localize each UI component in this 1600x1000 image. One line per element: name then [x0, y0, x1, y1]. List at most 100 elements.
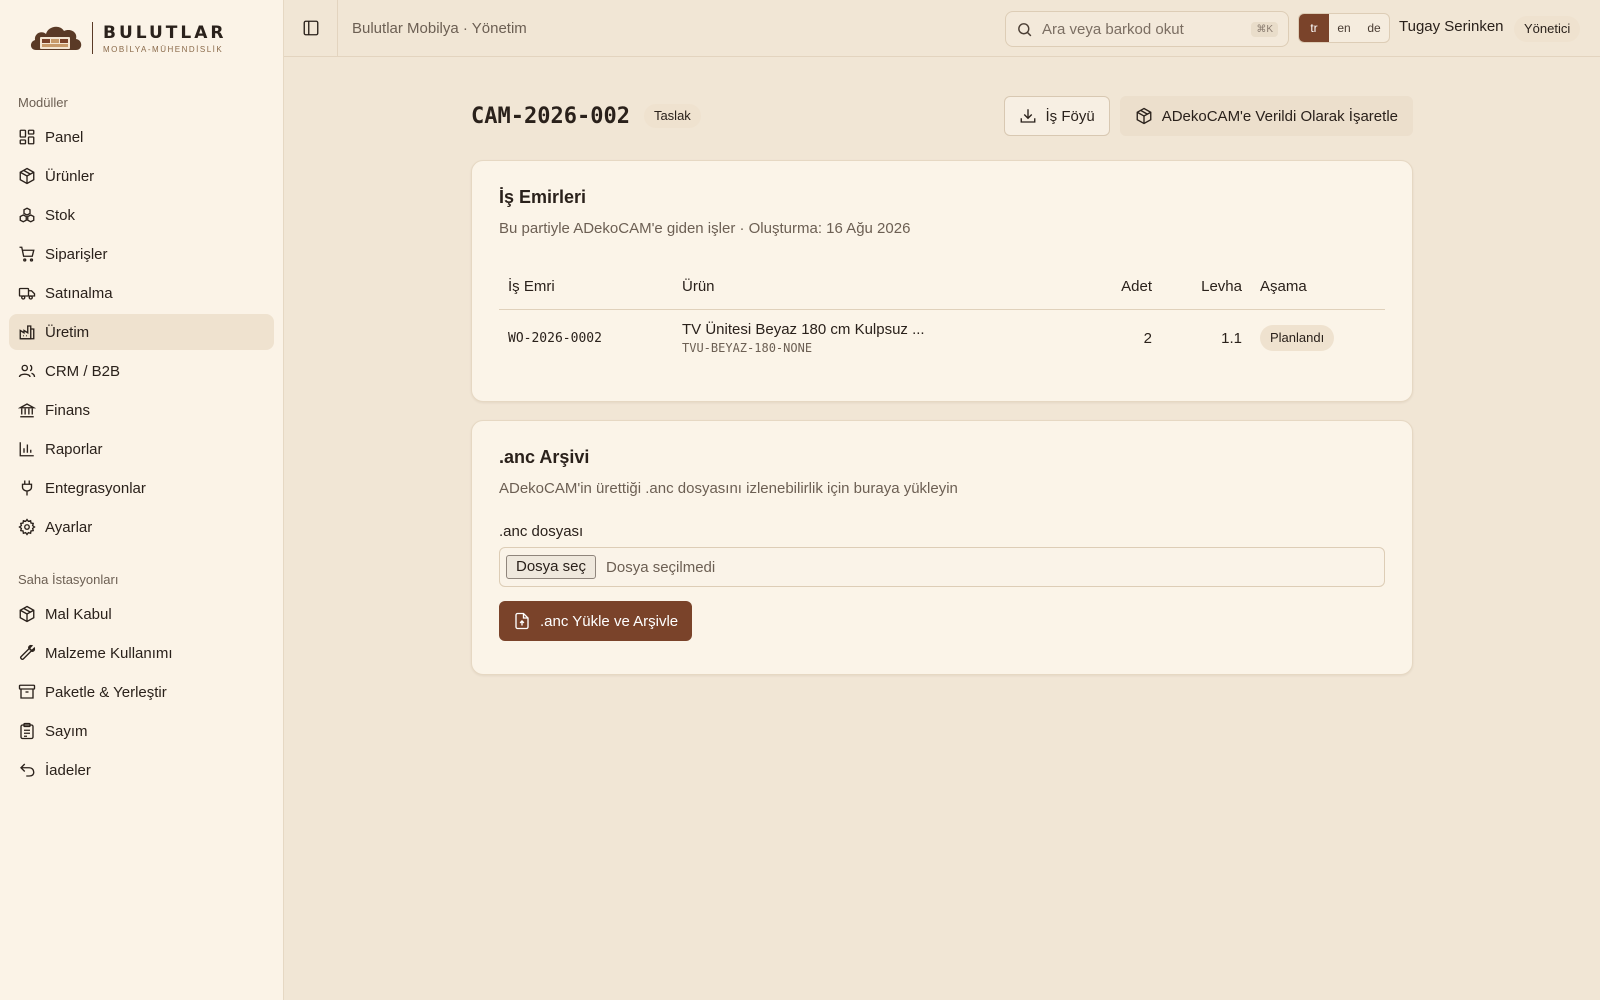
sidebar-item-label: Ürünler [45, 167, 95, 185]
column-header-product: Ürün [673, 265, 1051, 310]
sidebar-item-label: Malzeme Kullanımı [45, 644, 173, 662]
archive-description: ADekoCAM'in ürettiği .anc dosyasını izle… [499, 480, 958, 497]
sidebar-item-label: Sayım [45, 722, 88, 740]
stations-nav: Mal Kabul Malzeme Kullanımı Paketle & Ye… [0, 596, 283, 788]
clipboard-icon [20, 722, 34, 740]
brand[interactable]: BULUTLAR MOBİLYA-MÜHENDİSLİK [0, 0, 283, 76]
mark-delivered-button[interactable]: ADekoCAM'e Verildi Olarak İşaretle [1119, 96, 1413, 136]
sidebar-item-label: Mal Kabul [45, 605, 112, 623]
sidebar-item-label: Entegrasyonlar [45, 479, 146, 497]
bar-chart-icon [19, 442, 34, 457]
plug-icon [21, 480, 33, 496]
sidebar-item-crm[interactable]: CRM / B2B [9, 353, 274, 389]
work-orders-description: Bu partiyle ADekoCAM'e giden işler · Olu… [499, 220, 911, 237]
wrench-icon [20, 644, 36, 660]
sidebar-item-iadeler[interactable]: İadeler [9, 752, 274, 788]
main-content: CAM-2026-002 Taslak İş Föyü ADekoCAM'e V… [471, 96, 1413, 675]
upload-button-label: .anc Yükle ve Arşivle [540, 612, 679, 630]
user-role-badge: Yönetici [1514, 16, 1581, 42]
status-badge: Taslak [643, 104, 701, 128]
sidebar-item-label: Üretim [45, 323, 90, 341]
page-header: CAM-2026-002 Taslak İş Föyü ADekoCAM'e V… [471, 96, 1413, 136]
user-name[interactable]: Tugay Serinken [1399, 18, 1504, 35]
cart-icon [19, 246, 35, 262]
language-de[interactable]: de [1359, 14, 1389, 42]
sidebar-item-uretim[interactable]: Üretim [9, 314, 274, 350]
sidebar-item-label: İadeler [45, 761, 91, 779]
archive-title: .anc Arşivi [499, 447, 590, 467]
brand-divider [92, 22, 93, 54]
language-switcher: tr en de [1298, 13, 1390, 43]
header-actions: İş Föyü ADekoCAM'e Verildi Olarak İşaret… [1003, 96, 1413, 136]
brand-name: BULUTLAR [103, 22, 227, 43]
sidebar-item-finans[interactable]: Finans [9, 392, 274, 428]
bank-icon [18, 403, 36, 418]
search-box[interactable]: ⌘K [1005, 11, 1289, 47]
product-sku: TVU-BEYAZ-180-NONE [682, 341, 813, 356]
package-icon [19, 167, 35, 185]
modules-nav: Panel Ürünler Stok Siparişler Satınalma … [0, 119, 283, 545]
stage-cell: Planlandı [1251, 309, 1385, 367]
sidebar-item-sayim[interactable]: Sayım [9, 713, 274, 749]
sidebar-item-urunler[interactable]: Ürünler [9, 158, 274, 194]
sidebar-item-label: Siparişler [45, 245, 108, 263]
sidebar-toggle-button[interactable] [284, 0, 338, 57]
gear-icon [18, 518, 36, 536]
file-input[interactable]: Dosya seç Dosya seçilmedi [499, 547, 1385, 587]
work-orders-title: İş Emirleri [499, 187, 587, 207]
package-icon [1136, 107, 1152, 125]
work-orders-table: İş Emri Ürün Adet Levha Aşama WO-2026-00… [499, 265, 1385, 367]
choose-file-button[interactable]: Dosya seç [506, 555, 597, 579]
archive-icon [18, 684, 36, 699]
sidebar-item-label: CRM / B2B [45, 362, 121, 380]
modules-heading: Modüller [18, 95, 68, 110]
column-header-stage: Aşama [1251, 265, 1385, 310]
truck-icon [18, 287, 36, 300]
column-header-work-order: İş Emri [499, 265, 673, 310]
work-orders-card: İş Emirleri Bu partiyle ADekoCAM'e giden… [471, 160, 1413, 402]
page-title: CAM-2026-002 [471, 103, 630, 129]
product-cell: TV Ünitesi Beyaz 180 cm Kulpsuz ... TVU-… [673, 309, 1051, 367]
file-field-label: .anc dosyası [499, 523, 584, 540]
column-header-sheets: Levha [1161, 265, 1251, 310]
grid-icon [19, 129, 35, 145]
job-sheet-button[interactable]: İş Föyü [1003, 96, 1110, 136]
sidebar-item-panel[interactable]: Panel [9, 119, 274, 155]
search-input[interactable] [1042, 20, 1252, 38]
language-tr[interactable]: tr [1299, 14, 1329, 42]
undo-icon [20, 763, 35, 777]
brand-subtitle: MOBİLYA-MÜHENDİSLİK [103, 44, 224, 54]
package-icon [19, 605, 35, 623]
search-shortcut: ⌘K [1251, 21, 1278, 37]
sidebar-item-malzeme-kullanimi[interactable]: Malzeme Kullanımı [9, 635, 274, 671]
qty-cell: 2 [1143, 329, 1152, 347]
sidebar-item-mal-kabul[interactable]: Mal Kabul [9, 596, 274, 632]
file-upload-icon [515, 612, 529, 630]
boxes-icon [19, 207, 35, 223]
upload-archive-button[interactable]: .anc Yükle ve Arşivle [499, 601, 693, 641]
users-icon [18, 364, 36, 378]
sidebar-item-satinalma[interactable]: Satınalma [9, 275, 274, 311]
sidebar-item-label: Satınalma [45, 284, 113, 302]
sidebar-item-siparisler[interactable]: Siparişler [9, 236, 274, 272]
table-row[interactable]: WO-2026-0002 TV Ünitesi Beyaz 180 cm Kul… [499, 309, 1385, 367]
sidebar-item-label: Raporlar [45, 440, 103, 458]
topbar: Bulutlar Mobilya · Yönetim ⌘K tr en de T… [284, 0, 1600, 57]
sidebar: BULUTLAR MOBİLYA-MÜHENDİSLİK Modüller Pa… [0, 0, 284, 1000]
sidebar-item-ayarlar[interactable]: Ayarlar [9, 509, 274, 545]
sidebar-item-raporlar[interactable]: Raporlar [9, 431, 274, 467]
mark-delivered-label: ADekoCAM'e Verildi Olarak İşaretle [1161, 107, 1398, 125]
search-icon [1018, 22, 1032, 36]
sidebar-item-label: Finans [45, 401, 91, 419]
sidebar-item-label: Panel [45, 128, 84, 146]
download-icon [1020, 109, 1035, 123]
sidebar-item-stok[interactable]: Stok [9, 197, 274, 233]
sidebar-item-entegrasyonlar[interactable]: Entegrasyonlar [9, 470, 274, 506]
sidebar-item-paketle[interactable]: Paketle & Yerleştir [9, 674, 274, 710]
language-en[interactable]: en [1329, 14, 1359, 42]
anc-archive-card: .anc Arşivi ADekoCAM'in ürettiği .anc do… [471, 420, 1413, 675]
sidebar-item-label: Paketle & Yerleştir [45, 683, 167, 701]
work-order-id[interactable]: WO-2026-0002 [499, 309, 673, 367]
table-header-row: İş Emri Ürün Adet Levha Aşama [499, 265, 1385, 310]
stage-badge: Planlandı [1260, 325, 1335, 352]
